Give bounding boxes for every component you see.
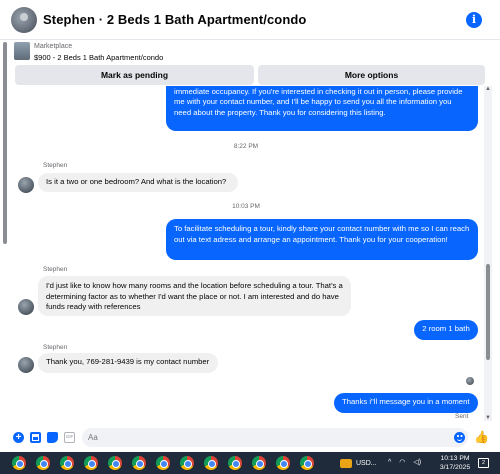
chrome-taskbar-icon[interactable] — [276, 456, 290, 470]
listing-price-title: $900 - 2 Beds 1 Bath Apartment/condo — [34, 53, 164, 62]
info-icon[interactable]: i — [466, 12, 482, 28]
sender-name: Stephen — [43, 162, 68, 169]
chrome-taskbar-icon[interactable] — [36, 456, 50, 470]
message-thread: Hello there! This wonderful house is cur… — [0, 86, 484, 422]
clock-time: 10:13 PM — [440, 455, 470, 462]
chrome-taskbar-icon[interactable] — [180, 456, 194, 470]
message-outgoing: To facilitate scheduling a tour, kindly … — [166, 219, 478, 260]
chrome-taskbar-icon[interactable] — [228, 456, 242, 470]
chrome-taskbar-icon[interactable] — [300, 456, 314, 470]
mark-pending-button[interactable]: Mark as pending — [15, 65, 254, 85]
chrome-taskbar-icon[interactable] — [12, 456, 26, 470]
chrome-taskbar-icon[interactable] — [108, 456, 122, 470]
message-outgoing: Hello there! This wonderful house is cur… — [166, 86, 478, 131]
listing-kicker: Marketplace — [34, 43, 73, 50]
chrome-taskbar-icon[interactable] — [84, 456, 98, 470]
message-composer: + GIF 👍 — [0, 422, 500, 452]
timestamp: 10:03 PM — [232, 203, 260, 210]
scroll-up-arrow-icon[interactable]: ▲ — [484, 86, 492, 92]
scrollbar-thumb[interactable] — [486, 264, 490, 360]
gif-icon[interactable]: GIF — [64, 432, 75, 443]
sender-avatar[interactable] — [18, 357, 34, 373]
photo-icon[interactable] — [30, 432, 41, 443]
tray-caret-icon[interactable]: ^ — [388, 459, 391, 466]
message-incoming: I'd just like to know how many rooms and… — [38, 276, 351, 316]
notification-icon[interactable]: 2 — [478, 458, 489, 468]
chrome-taskbar-icon[interactable] — [60, 456, 74, 470]
volume-icon[interactable]: ◁) — [413, 459, 421, 466]
like-icon[interactable]: 👍 — [474, 430, 489, 444]
currency-icon — [340, 458, 352, 468]
taskbar-clock[interactable]: 10:13 PM 3/17/2025 — [437, 455, 473, 472]
wifi-icon[interactable]: ◠ — [399, 459, 405, 466]
listing-thumbnail — [14, 42, 30, 60]
scroll-down-arrow-icon[interactable]: ▼ — [484, 415, 492, 421]
sent-status: Sent — [455, 413, 469, 420]
sender-avatar[interactable] — [18, 177, 34, 193]
chat-header: Stephen · 2 Beds 1 Bath Apartment/condo … — [0, 0, 500, 40]
chrome-taskbar-icon[interactable] — [132, 456, 146, 470]
message-outgoing: Thanks i"ll message you in a moment — [334, 393, 478, 413]
chrome-taskbar-icon[interactable] — [252, 456, 266, 470]
chrome-taskbar-icon[interactable] — [204, 456, 218, 470]
clock-date: 3/17/2025 — [439, 463, 471, 471]
currency-label: USD... — [356, 459, 377, 467]
windows-taskbar: USD... ^ ◠ ◁) 10:13 PM 3/17/2025 2 — [0, 452, 500, 474]
message-incoming: Is it a two or one bedroom? And what is … — [38, 173, 238, 192]
message-outgoing: 2 room 1 bath — [414, 320, 478, 340]
avatar[interactable] — [11, 6, 37, 33]
sender-avatar[interactable] — [18, 299, 34, 315]
system-tray[interactable]: ^ ◠ ◁) — [388, 458, 427, 466]
currency-widget[interactable]: USD... — [340, 452, 377, 474]
message-incoming: Thank you, 769-281-9439 is my contact nu… — [38, 353, 218, 373]
sender-name: Stephen — [43, 266, 68, 273]
timestamp: 8:22 PM — [233, 143, 259, 150]
emoji-icon[interactable] — [454, 432, 465, 443]
sticker-icon[interactable] — [47, 432, 58, 443]
chrome-taskbar-icon[interactable] — [156, 456, 170, 470]
sender-name: Stephen — [43, 344, 68, 351]
right-scrollbar[interactable]: ▲ ▼ — [484, 86, 492, 421]
plus-icon[interactable]: + — [13, 432, 24, 443]
marketplace-listing[interactable]: Marketplace $900 - 2 Beds 1 Bath Apartme… — [0, 40, 492, 64]
chat-title[interactable]: Stephen · 2 Beds 1 Bath Apartment/condo — [43, 12, 306, 27]
more-options-button[interactable]: More options — [258, 65, 485, 85]
message-input[interactable] — [82, 428, 468, 447]
seen-indicator-avatar — [466, 377, 474, 385]
